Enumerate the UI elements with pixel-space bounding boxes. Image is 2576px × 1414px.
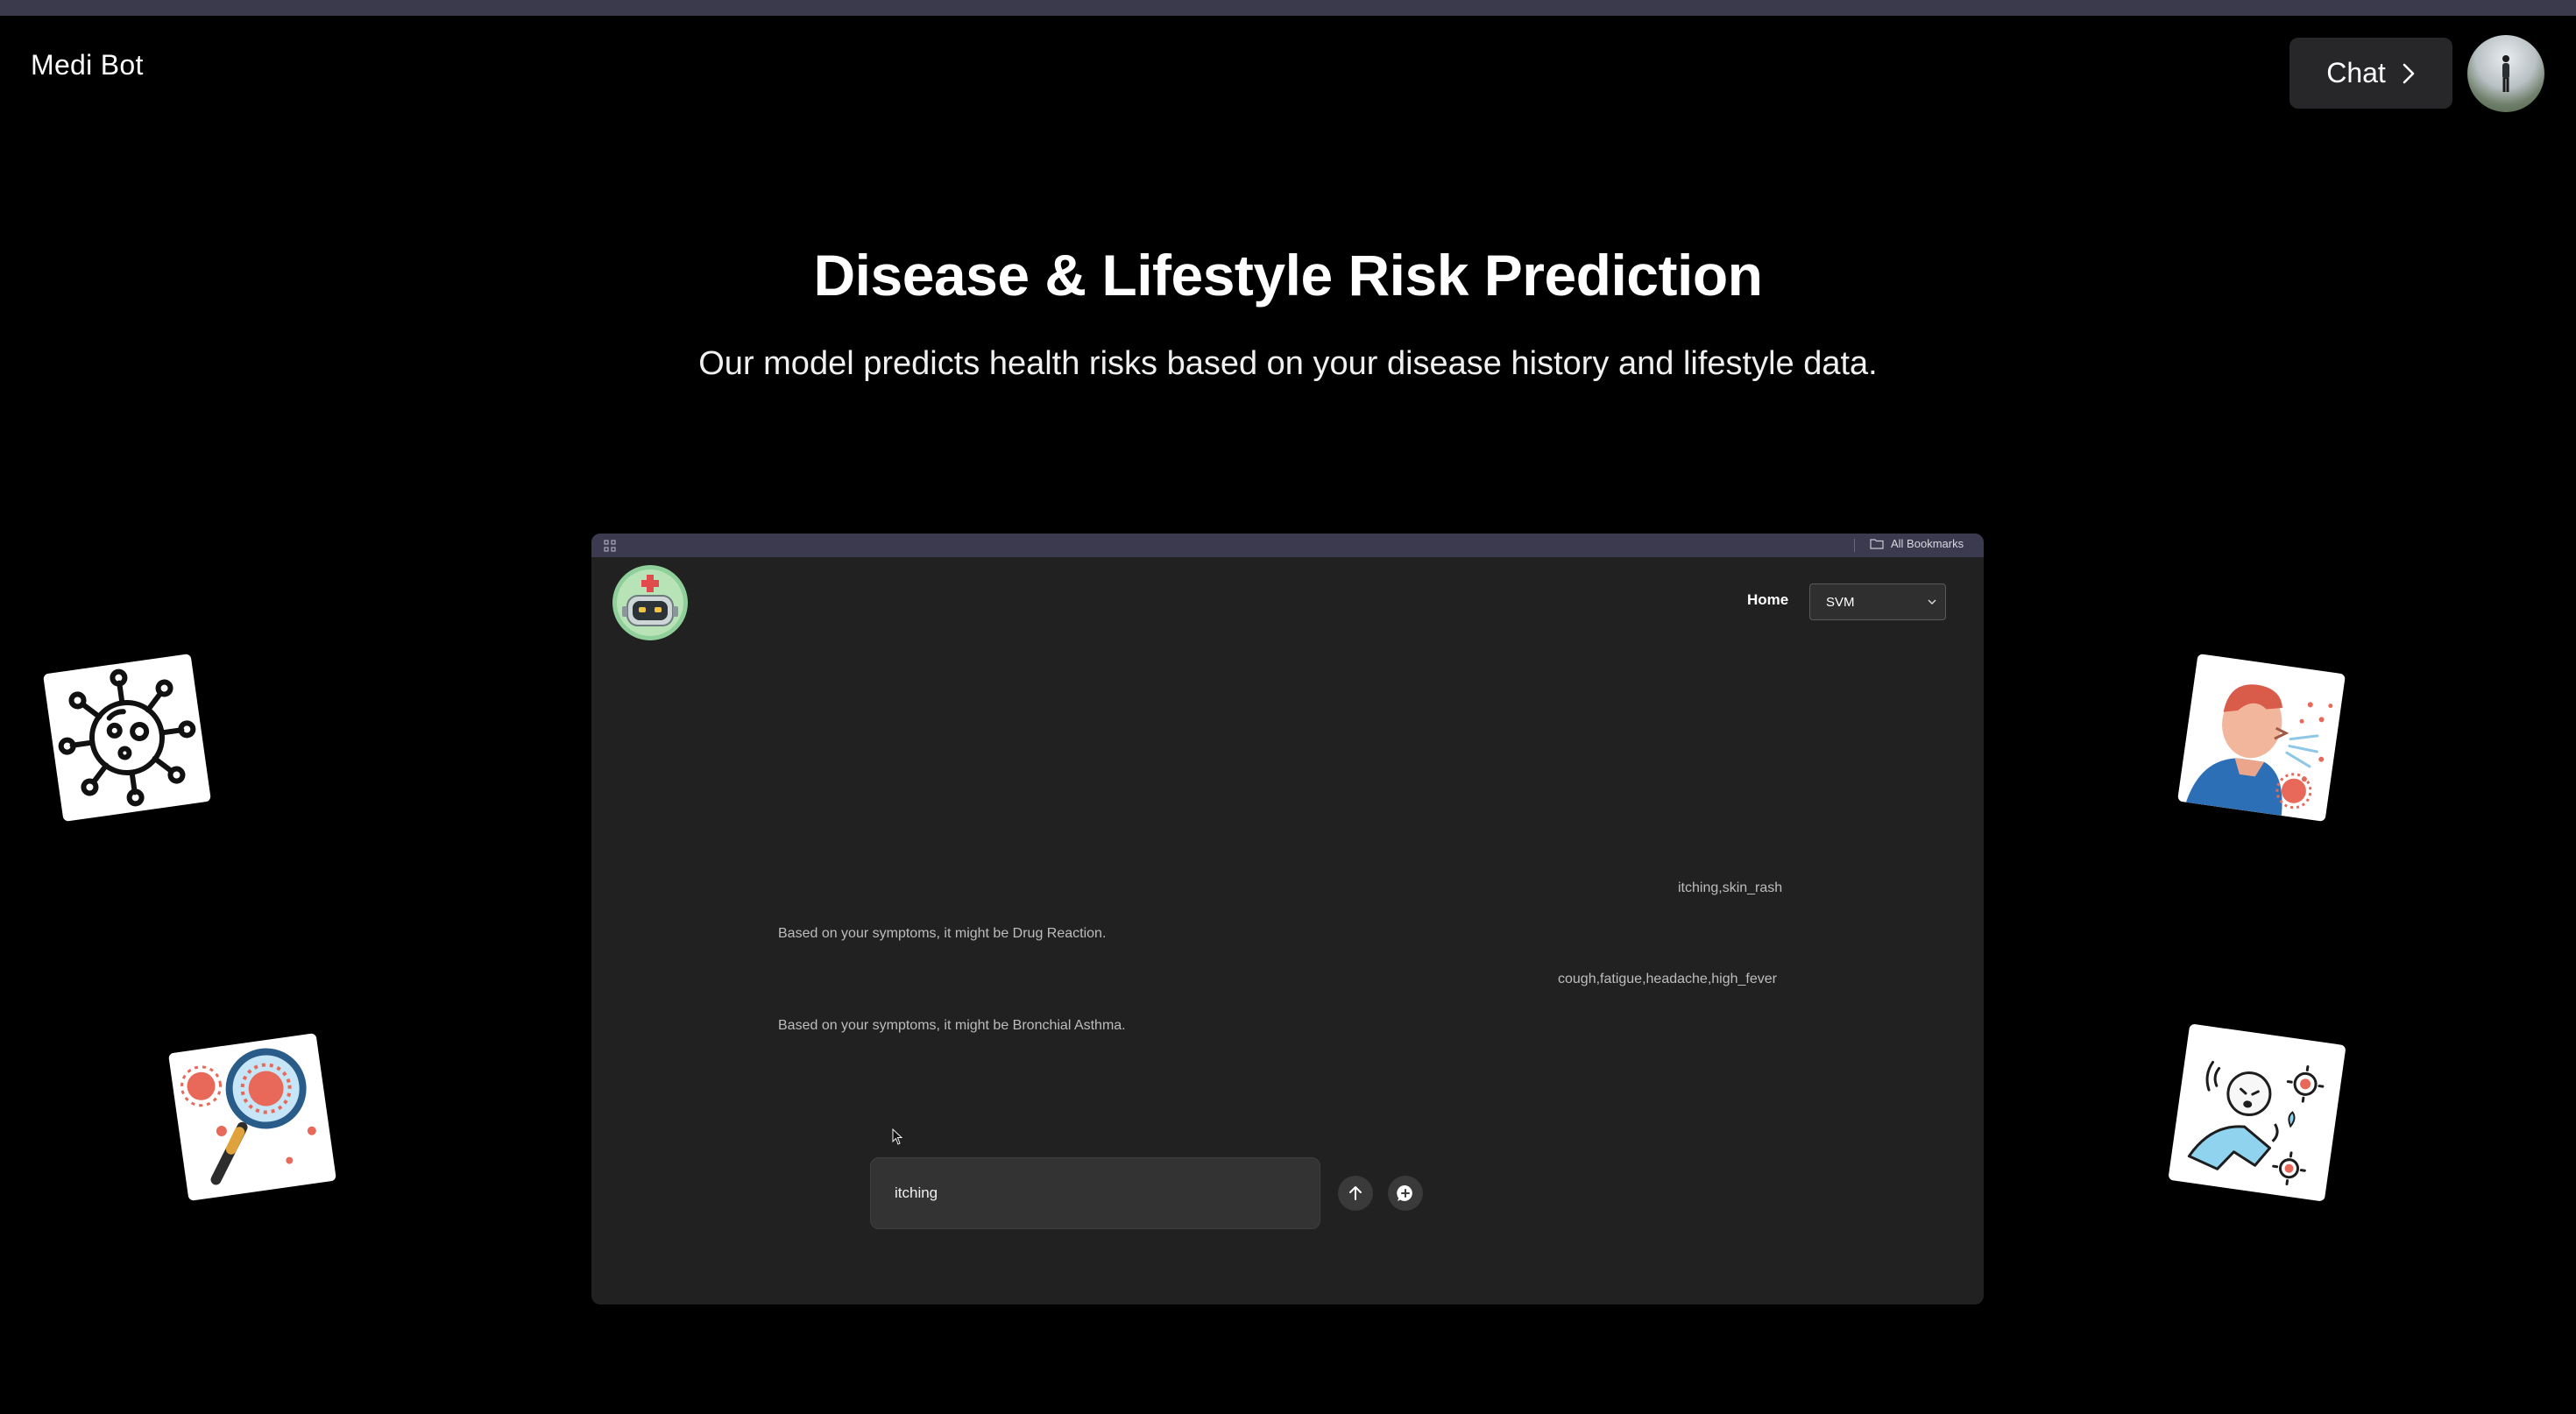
sick-person-virus-icon: [2187, 1060, 2325, 1186]
bot-message: Based on your symptoms, it might be Bron…: [778, 1018, 1126, 1033]
all-bookmarks-button[interactable]: All Bookmarks: [1870, 537, 1964, 550]
browser-top-strip: [0, 0, 2576, 16]
magnifier-virus-sticker: [167, 1032, 337, 1202]
sick-person-sticker: [2168, 1023, 2346, 1202]
folder-icon: [1870, 539, 1884, 549]
virus-icon: [58, 668, 196, 807]
arrow-up-icon: [1349, 1186, 1362, 1200]
all-bookmarks-label: All Bookmarks: [1891, 537, 1964, 550]
app-preview-frame: All Bookmarks Home SVM itching,skin_rash…: [591, 534, 1984, 1304]
symptom-input[interactable]: [871, 1158, 1320, 1228]
model-select-value: SVM: [1826, 594, 1855, 610]
user-avatar[interactable]: [2467, 35, 2544, 112]
chevron-right-icon: [2403, 63, 2415, 83]
medibot-robot-logo[interactable]: [612, 564, 689, 641]
apps-grid-icon[interactable]: [604, 540, 616, 552]
sneezing-person-icon: [2185, 684, 2333, 817]
chevron-down-icon: [1928, 599, 1936, 604]
bot-message: Based on your symptoms, it might be Drug…: [778, 926, 1107, 941]
new-chat-button[interactable]: [1388, 1176, 1423, 1211]
brand-name[interactable]: Medi Bot: [31, 49, 144, 81]
chat-plus-icon: [1397, 1184, 1412, 1201]
sneezing-person-sticker: [2176, 653, 2346, 823]
nav-home-link[interactable]: Home: [1747, 591, 1788, 609]
user-message: cough,fatigue,headache,high_fever: [1558, 972, 1777, 986]
magnifying-glass-virus-icon: [180, 1048, 316, 1185]
user-message: itching,skin_rash: [1678, 880, 1783, 895]
symptom-input-box[interactable]: [870, 1157, 1320, 1229]
mouse-cursor-icon: [892, 1128, 903, 1145]
chat-button[interactable]: Chat: [2289, 38, 2452, 109]
bookmarks-separator: [1854, 539, 1855, 552]
avatar-person-figure: [2502, 55, 2509, 92]
page-subtitle: Our model predicts health risks based on…: [698, 345, 1878, 382]
preview-bookmarks-bar: All Bookmarks: [591, 534, 1984, 557]
page-title: Disease & Lifestyle Risk Prediction: [813, 243, 1763, 308]
send-button[interactable]: [1338, 1176, 1373, 1211]
chat-button-label: Chat: [2326, 57, 2386, 88]
model-select[interactable]: SVM: [1809, 583, 1946, 620]
virus-sticker: [42, 653, 212, 823]
